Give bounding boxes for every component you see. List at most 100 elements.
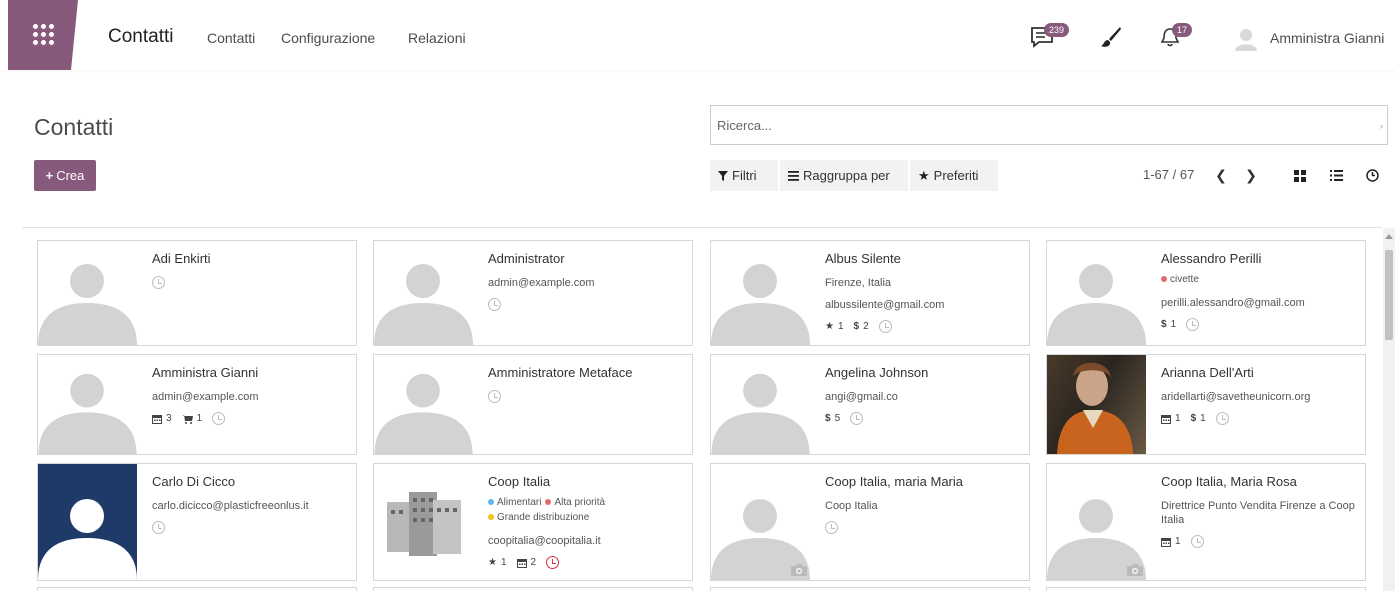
menu-relazioni[interactable]: Relazioni	[408, 30, 466, 46]
contact-name: Arianna Dell'Arti	[1161, 365, 1254, 380]
contact-card[interactable]	[37, 587, 357, 591]
user-menu[interactable]: Amministra Gianni	[1270, 30, 1384, 46]
activity-clock-icon[interactable]	[212, 412, 226, 425]
contact-name: Angelina Johnson	[825, 365, 929, 380]
dollar-icon: $	[1190, 413, 1197, 424]
card-stats: ★ 1 $2	[825, 320, 1023, 333]
stat-dollar: $1	[1190, 413, 1206, 424]
scrollbar[interactable]	[1383, 228, 1395, 591]
app-title[interactable]: Contatti	[108, 26, 173, 48]
favorites-button[interactable]: ★ Preferiti	[910, 160, 998, 191]
contact-card[interactable]: Albus Silente Firenze, Italia albussilente…	[710, 240, 1030, 346]
contact-info-line: aridellarti@savetheunicorn.org	[1161, 391, 1311, 403]
contact-info-line: Direttrice Punto Vendita Firenze a Coop …	[1161, 500, 1355, 526]
star-icon: ★	[825, 321, 834, 332]
search-input[interactable]	[711, 106, 1387, 144]
activity-clock-icon[interactable]	[488, 390, 501, 403]
messages-count-badge: 239	[1044, 23, 1070, 37]
stat-dollar: $5	[825, 413, 841, 424]
contact-name: Coop Italia, Maria Rosa	[1161, 474, 1297, 489]
contact-card[interactable]: Amministra Gianni admin@example.com 3 1	[37, 354, 357, 455]
user-avatar[interactable]	[1235, 27, 1257, 51]
avatar-placeholder	[374, 241, 473, 345]
avatar-placeholder	[711, 464, 810, 580]
activity-clock-icon[interactable]	[488, 298, 501, 311]
activity-clock-icon[interactable]	[546, 556, 560, 569]
contact-name: Carlo Di Cicco	[152, 474, 236, 489]
star-icon: ★	[488, 557, 497, 568]
card-stats: 1	[1161, 535, 1359, 548]
stat-dollar: $1	[1161, 319, 1177, 330]
search-options-icon[interactable]: ›	[1380, 121, 1383, 131]
scroll-up-icon[interactable]	[1385, 234, 1393, 239]
filters-button[interactable]: Filtri	[710, 160, 778, 191]
activity-clock-icon[interactable]	[152, 521, 165, 534]
contact-card[interactable]	[710, 587, 1030, 591]
contact-card[interactable]: Amministratore Metaface	[373, 354, 693, 455]
pager-value[interactable]: 1-67 / 67	[1143, 167, 1194, 182]
card-stats: 1 $1	[1161, 412, 1359, 425]
card-stats	[152, 521, 350, 534]
pager-previous-button[interactable]: ❮	[1208, 162, 1234, 188]
list-view-button[interactable]	[1320, 160, 1352, 191]
card-stats	[488, 390, 686, 403]
activities-count-badge: 17	[1172, 23, 1193, 37]
create-button[interactable]: + Crea	[34, 160, 96, 191]
activities-button[interactable]: 17	[1160, 23, 1193, 53]
contact-card[interactable]: Alessandro Perilli civette perilli.alessan…	[1046, 240, 1366, 346]
stat-calendar: 1	[1161, 536, 1181, 547]
contact-card[interactable]: Carlo Di Cicco carlo.dicicco@plasticfreeo…	[37, 463, 357, 581]
camera-icon[interactable]	[791, 564, 807, 576]
contact-card[interactable]: Administrator admin@example.com	[373, 240, 693, 346]
chevron-left-icon: ❮	[1215, 166, 1227, 183]
card-stats	[152, 276, 350, 289]
activity-view-button[interactable]	[1356, 160, 1388, 191]
messages-button[interactable]: 239	[1030, 23, 1070, 53]
contact-info-line: perilli.alessandro@gmail.com	[1161, 297, 1305, 309]
avatar-placeholder	[711, 241, 810, 345]
kanban-view-button[interactable]	[1284, 160, 1316, 191]
theme-button[interactable]	[1100, 26, 1122, 53]
activity-clock-icon[interactable]	[152, 276, 165, 289]
pager-next-button[interactable]: ❯	[1238, 162, 1264, 188]
stat-calendar: 1	[1161, 413, 1181, 424]
contact-card[interactable]: Arianna Dell'Arti aridellarti@savetheunic…	[1046, 354, 1366, 455]
contact-card[interactable]: Coop Italia, maria Maria Coop Italia	[710, 463, 1030, 581]
scrollbar-thumb[interactable]	[1385, 250, 1393, 340]
card-body: Adi Enkirti	[152, 251, 350, 289]
calendar-icon	[152, 414, 166, 424]
tag: Grande distribuzione	[488, 512, 589, 523]
card-body: Administrator admin@example.com	[488, 251, 686, 311]
groupby-label: Raggruppa per	[803, 168, 890, 183]
tag: civette	[1161, 274, 1199, 285]
activity-clock-icon[interactable]	[825, 521, 838, 534]
contact-card[interactable]: Coop Italia Alimentari Alta priorità Grande…	[373, 463, 693, 581]
tag: Alimentari	[488, 497, 541, 508]
contact-card[interactable]: Angelina Johnson angi@gmail.co $5	[710, 354, 1030, 455]
avatar-placeholder	[374, 355, 473, 454]
contact-card[interactable]: Adi Enkirti	[37, 240, 357, 346]
camera-icon[interactable]	[1127, 564, 1143, 576]
menu-contatti[interactable]: Contatti	[207, 30, 255, 46]
activity-clock-icon[interactable]	[1186, 318, 1200, 331]
app-menu-button[interactable]	[8, 0, 78, 70]
activity-clock-icon[interactable]	[850, 412, 864, 425]
activity-clock-icon[interactable]	[878, 320, 892, 333]
contact-info-line: coopitalia@coopitalia.it	[488, 535, 601, 547]
contact-card[interactable]	[373, 587, 693, 591]
contact-info-line: Coop Italia	[825, 500, 878, 512]
kanban-view: Adi Enkirti Administrator admin@example.co…	[22, 228, 1382, 591]
calendar-icon	[516, 558, 531, 568]
contact-info-line: admin@example.com	[152, 391, 259, 403]
contact-info-line: admin@example.com	[488, 277, 595, 289]
create-button-label: Crea	[56, 168, 85, 183]
menu-configurazione[interactable]: Configurazione	[281, 30, 375, 46]
activity-clock-icon[interactable]	[1215, 412, 1229, 425]
contact-card[interactable]	[1046, 587, 1366, 591]
groupby-button[interactable]: Raggruppa per	[780, 160, 908, 191]
activity-clock-icon[interactable]	[1190, 535, 1204, 548]
grid-icon	[33, 24, 55, 46]
kanban-icon	[1294, 169, 1306, 182]
list-icon	[1329, 170, 1343, 181]
contact-card[interactable]: Coop Italia, Maria Rosa Direttrice Punto …	[1046, 463, 1366, 581]
